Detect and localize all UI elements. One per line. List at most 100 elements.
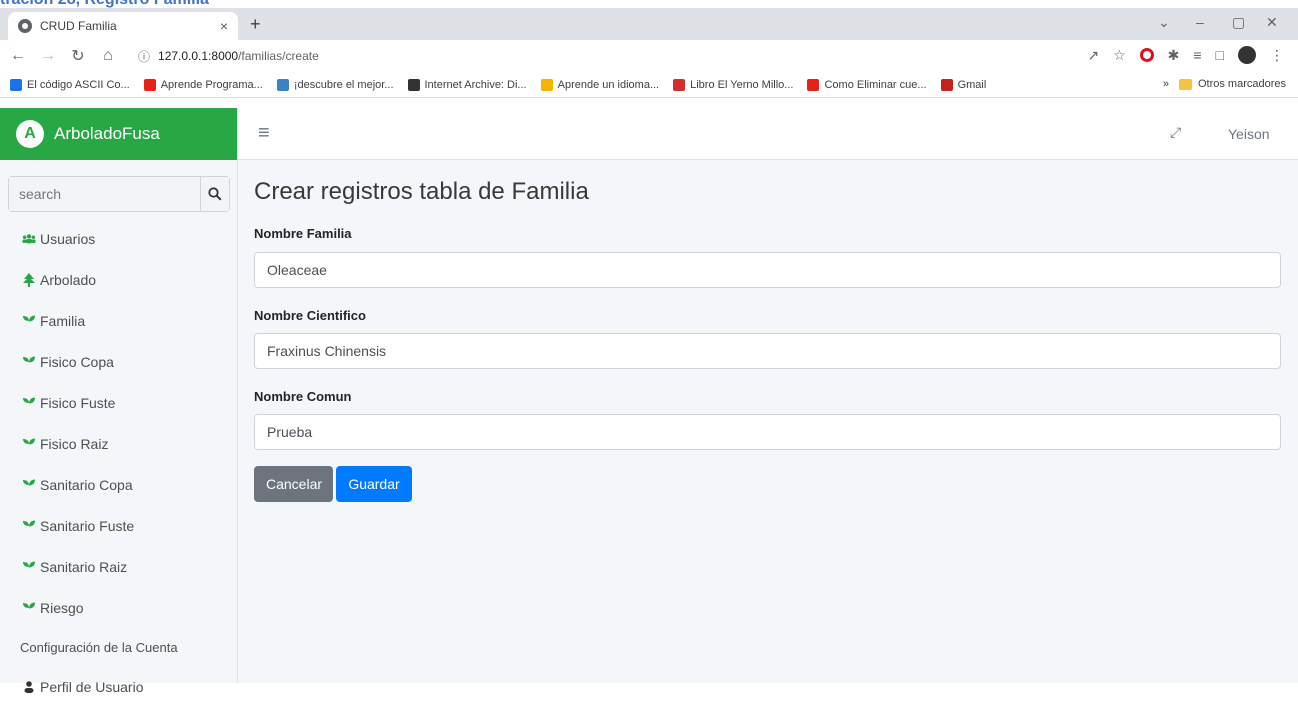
sidebar-item-arbolado[interactable]: Arbolado (0, 259, 238, 300)
minimize-icon[interactable]: – (1196, 14, 1204, 30)
save-button[interactable]: Guardar (336, 466, 412, 502)
seedling-icon (22, 437, 36, 451)
menu-kebab-icon[interactable]: ⋮ (1270, 47, 1284, 64)
bookmark-item[interactable]: Aprende Programa... (143, 78, 263, 91)
brand-name: ArboladoFusa (54, 124, 160, 143)
reload-icon[interactable]: ↻ (66, 46, 90, 66)
sidebar-item-label: Fisico Copa (40, 353, 114, 370)
hamburger-menu-icon[interactable]: ≡ (258, 122, 270, 145)
globe-icon (18, 19, 32, 33)
bookmark-label: El código ASCII Co... (27, 78, 130, 91)
bookmark-item[interactable]: Internet Archive: Di... (407, 78, 527, 91)
seedling-icon (22, 314, 36, 328)
fullscreen-icon[interactable]: ⤢ (1170, 124, 1181, 141)
sidebar-item-label: Arbolado (40, 271, 97, 288)
sidebar-item-fisico-raiz[interactable]: Fisico Raiz (0, 423, 238, 464)
reading-list-icon[interactable]: ≡ (1193, 47, 1201, 63)
sidebar-item-fisico-fuste[interactable]: Fisico Fuste (0, 382, 238, 423)
extensions-icon[interactable]: ✱ (1168, 47, 1180, 64)
bookmark-favicon-icon (540, 78, 553, 91)
user-name[interactable]: Yeison (1228, 126, 1270, 142)
search-button[interactable] (200, 177, 229, 211)
bookmarks-bar: El código ASCII Co... Aprende Programa...… (0, 72, 1298, 98)
maximize-icon[interactable]: ▢ (1232, 14, 1245, 31)
bookmark-favicon-icon (807, 78, 820, 91)
nombre-cientifico-field[interactable] (254, 333, 1281, 369)
profile-avatar[interactable] (1238, 46, 1256, 64)
bookmark-item[interactable]: Aprende un idioma... (540, 78, 660, 91)
bookmark-label: Gmail (957, 78, 987, 91)
opera-icon[interactable] (1139, 48, 1154, 62)
sidebar-nav: Usuarios Arbolado Familia Fisico Copa Fisico… (0, 218, 238, 707)
bookmark-item[interactable]: El código ASCII Co... (10, 78, 130, 91)
bookmark-item[interactable]: Libro El Yerno Millo... (673, 78, 794, 91)
new-tab-button[interactable]: + (250, 14, 261, 35)
sidebar-section-header: Configuración de la Cuenta (20, 639, 178, 655)
bookmark-label: Aprende Programa... (160, 78, 263, 91)
bookmark-label: Libro El Yerno Millo... (690, 78, 794, 91)
nombre-familia-field[interactable] (254, 252, 1281, 288)
sidebar-item-label: Sanitario Raiz (40, 558, 128, 575)
bookmark-label: ¡descubre el mejor... (293, 78, 394, 91)
top-navbar: ≡ ⤢ Yeison (238, 108, 1298, 160)
sidebar-item-sanitario-fuste[interactable]: Sanitario Fuste (0, 505, 238, 546)
bookmark-item[interactable]: Como Eliminar cue... (807, 78, 927, 91)
seedling-icon (22, 601, 36, 615)
label-nombre-comun: Nombre Comun (254, 389, 352, 404)
bookmark-label: Internet Archive: Di... (424, 78, 527, 91)
url-path: /familias/create (238, 49, 319, 63)
bookmarks-right: » Otros marcadores (1163, 78, 1286, 90)
users-icon (22, 232, 36, 246)
sidebar: A ArboladoFusa Usuarios Arbolado Familia Fi… (0, 108, 238, 695)
sidebar-item-label: Riesgo (40, 599, 84, 616)
tab-title: CRUD Familia (40, 19, 117, 33)
sidebar-item-label: Usuarios (40, 230, 96, 247)
seedling-icon (22, 478, 36, 492)
folder-icon (1178, 78, 1192, 90)
browser-tab[interactable]: CRUD Familia × (8, 12, 238, 40)
url-field[interactable]: ⓘ 127.0.0.1:8000 /familias/create (138, 44, 1038, 68)
other-bookmarks-folder[interactable]: Otros marcadores (1198, 78, 1286, 90)
sidebar-item-fisico-copa[interactable]: Fisico Copa (0, 341, 238, 382)
sidebar-item-perfil-de-usuario[interactable]: Perfil de Usuario (0, 666, 238, 707)
back-icon[interactable]: ← (6, 47, 30, 65)
share-icon[interactable]: ↗ (1087, 47, 1099, 64)
nombre-comun-field[interactable] (254, 414, 1281, 450)
sidebar-item-riesgo[interactable]: Riesgo (0, 587, 238, 628)
sidebar-item-label: Fisico Fuste (40, 394, 116, 411)
page-title: Crear registros tabla de Familia (254, 178, 589, 205)
bookmark-favicon-icon (940, 78, 953, 91)
sidebar-item-sanitario-raiz[interactable]: Sanitario Raiz (0, 546, 238, 587)
bookmark-favicon-icon (407, 78, 420, 91)
sidebar-item-label: Familia (40, 312, 86, 329)
info-icon[interactable]: ⓘ (138, 48, 150, 65)
tab-close-button[interactable]: × (220, 18, 228, 34)
bookmark-item[interactable]: Gmail (940, 78, 987, 91)
forward-icon[interactable]: → (36, 47, 60, 65)
brand-logo: A (16, 120, 44, 148)
sidebar-item-label: Sanitario Copa (40, 476, 133, 493)
seedling-icon (22, 355, 36, 369)
browser-tab-strip: CRUD Familia × + ⌄ – ▢ ✕ (0, 8, 1298, 40)
search-input[interactable] (9, 177, 200, 211)
side-panel-icon[interactable]: □ (1216, 47, 1224, 63)
brand-link[interactable]: A ArboladoFusa (0, 108, 237, 160)
home-icon[interactable]: ⌂ (96, 47, 120, 65)
user-icon (22, 680, 36, 694)
sidebar-item-label: Sanitario Fuste (40, 517, 135, 534)
sidebar-item-sanitario-copa[interactable]: Sanitario Copa (0, 464, 238, 505)
sidebar-item-familia[interactable]: Familia (0, 300, 238, 341)
main-content: Crear registros tabla de Familia Nombre … (238, 160, 1298, 683)
bookmark-item[interactable]: ¡descubre el mejor... (276, 78, 394, 91)
sidebar-item-usuarios[interactable]: Usuarios (0, 218, 238, 259)
bookmarks-overflow-button[interactable]: » (1163, 78, 1169, 90)
label-nombre-familia: Nombre Familia (254, 226, 352, 241)
search-icon (208, 187, 222, 201)
tab-search-icon[interactable]: ⌄ (1158, 14, 1170, 31)
label-nombre-cientifico: Nombre Cientifico (254, 308, 366, 323)
bookmark-star-icon[interactable]: ☆ (1113, 47, 1126, 64)
close-window-icon[interactable]: ✕ (1266, 14, 1278, 31)
bookmark-label: Aprende un idioma... (557, 78, 660, 91)
bookmark-label: Como Eliminar cue... (824, 78, 927, 91)
cancel-button[interactable]: Cancelar (254, 466, 333, 502)
